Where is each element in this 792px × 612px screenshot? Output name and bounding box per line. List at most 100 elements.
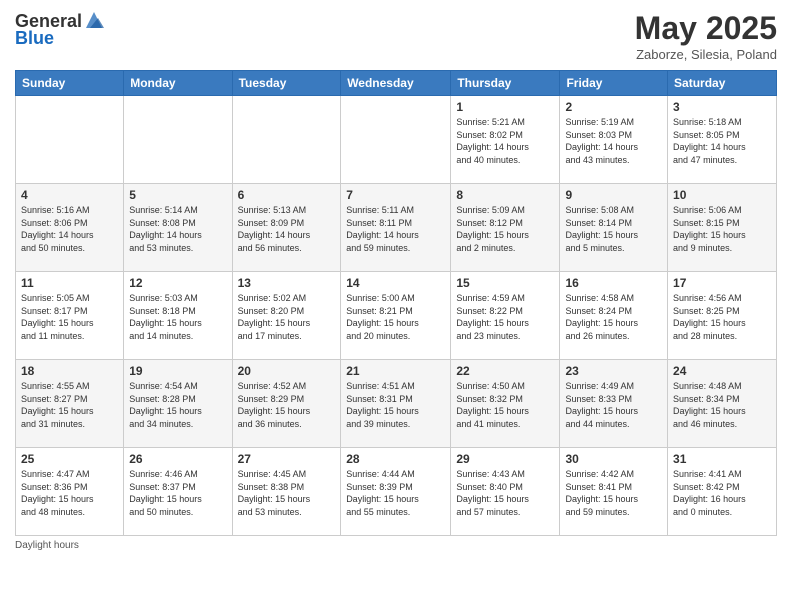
calendar-week-1: 1 Sunrise: 5:21 AM Sunset: 8:02 PM Daylig… bbox=[16, 96, 777, 184]
day-info: Sunrise: 5:05 AM Sunset: 8:17 PM Dayligh… bbox=[21, 292, 118, 342]
logo: General Blue bbox=[15, 10, 104, 49]
calendar-cell bbox=[341, 96, 451, 184]
page: General Blue May 2025 Zaborze, Silesia, … bbox=[0, 0, 792, 612]
day-number: 27 bbox=[238, 452, 336, 466]
day-number: 14 bbox=[346, 276, 445, 290]
day-number: 19 bbox=[129, 364, 226, 378]
day-info: Sunrise: 4:41 AM Sunset: 8:42 PM Dayligh… bbox=[673, 468, 771, 518]
calendar-cell: 29 Sunrise: 4:43 AM Sunset: 8:40 PM Dayli… bbox=[451, 448, 560, 536]
col-header-monday: Monday bbox=[124, 71, 232, 96]
calendar-cell: 16Sunrise: 4:58 AM Sunset: 8:24 PM Dayli… bbox=[560, 272, 668, 360]
day-number: 9 bbox=[565, 188, 662, 202]
calendar-cell: 2 Sunrise: 5:19 AM Sunset: 8:03 PM Daylig… bbox=[560, 96, 668, 184]
day-number: 4 bbox=[21, 188, 118, 202]
calendar-cell bbox=[232, 96, 341, 184]
col-header-tuesday: Tuesday bbox=[232, 71, 341, 96]
day-info: Sunrise: 5:00 AM Sunset: 8:21 PM Dayligh… bbox=[346, 292, 445, 342]
day-number: 13 bbox=[238, 276, 336, 290]
day-number: 29 bbox=[456, 452, 554, 466]
day-number: 2 bbox=[565, 100, 662, 114]
calendar-cell: 20Sunrise: 4:52 AM Sunset: 8:29 PM Dayli… bbox=[232, 360, 341, 448]
day-number: 21 bbox=[346, 364, 445, 378]
calendar-cell: 10 Sunrise: 5:06 AM Sunset: 8:15 PM Dayli… bbox=[668, 184, 777, 272]
calendar-cell: 26Sunrise: 4:46 AM Sunset: 8:37 PM Dayli… bbox=[124, 448, 232, 536]
day-info: Sunrise: 5:06 AM Sunset: 8:15 PM Dayligh… bbox=[673, 204, 771, 254]
calendar-cell: 25Sunrise: 4:47 AM Sunset: 8:36 PM Dayli… bbox=[16, 448, 124, 536]
day-info: Sunrise: 5:09 AM Sunset: 8:12 PM Dayligh… bbox=[456, 204, 554, 254]
day-number: 17 bbox=[673, 276, 771, 290]
calendar-cell: 15Sunrise: 4:59 AM Sunset: 8:22 PM Dayli… bbox=[451, 272, 560, 360]
day-number: 25 bbox=[21, 452, 118, 466]
calendar-cell: 4 Sunrise: 5:16 AM Sunset: 8:06 PM Daylig… bbox=[16, 184, 124, 272]
calendar-cell: 18 Sunrise: 4:55 AM Sunset: 8:27 PM Dayli… bbox=[16, 360, 124, 448]
day-info: Sunrise: 4:56 AM Sunset: 8:25 PM Dayligh… bbox=[673, 292, 771, 342]
col-header-friday: Friday bbox=[560, 71, 668, 96]
calendar-cell: 9Sunrise: 5:08 AM Sunset: 8:14 PM Daylig… bbox=[560, 184, 668, 272]
day-number: 26 bbox=[129, 452, 226, 466]
calendar-cell: 3Sunrise: 5:18 AM Sunset: 8:05 PM Daylig… bbox=[668, 96, 777, 184]
day-info: Sunrise: 4:59 AM Sunset: 8:22 PM Dayligh… bbox=[456, 292, 554, 342]
calendar-week-2: 4 Sunrise: 5:16 AM Sunset: 8:06 PM Daylig… bbox=[16, 184, 777, 272]
footer-note: Daylight hours bbox=[15, 540, 777, 551]
calendar-cell: 1 Sunrise: 5:21 AM Sunset: 8:02 PM Daylig… bbox=[451, 96, 560, 184]
calendar-cell: 30 Sunrise: 4:42 AM Sunset: 8:41 PM Dayli… bbox=[560, 448, 668, 536]
day-number: 7 bbox=[346, 188, 445, 202]
calendar-cell: 24Sunrise: 4:48 AM Sunset: 8:34 PM Dayli… bbox=[668, 360, 777, 448]
calendar-cell: 6Sunrise: 5:13 AM Sunset: 8:09 PM Daylig… bbox=[232, 184, 341, 272]
day-info: Sunrise: 5:21 AM Sunset: 8:02 PM Dayligh… bbox=[456, 116, 554, 166]
calendar-header-row: SundayMondayTuesdayWednesdayThursdayFrid… bbox=[16, 71, 777, 96]
day-info: Sunrise: 5:02 AM Sunset: 8:20 PM Dayligh… bbox=[238, 292, 336, 342]
day-number: 18 bbox=[21, 364, 118, 378]
calendar-cell: 27 Sunrise: 4:45 AM Sunset: 8:38 PM Dayli… bbox=[232, 448, 341, 536]
day-info: Sunrise: 5:13 AM Sunset: 8:09 PM Dayligh… bbox=[238, 204, 336, 254]
calendar-cell bbox=[124, 96, 232, 184]
day-info: Sunrise: 4:45 AM Sunset: 8:38 PM Dayligh… bbox=[238, 468, 336, 518]
calendar-cell: 21Sunrise: 4:51 AM Sunset: 8:31 PM Dayli… bbox=[341, 360, 451, 448]
calendar-cell: 13 Sunrise: 5:02 AM Sunset: 8:20 PM Dayli… bbox=[232, 272, 341, 360]
day-info: Sunrise: 4:48 AM Sunset: 8:34 PM Dayligh… bbox=[673, 380, 771, 430]
day-info: Sunrise: 4:42 AM Sunset: 8:41 PM Dayligh… bbox=[565, 468, 662, 518]
day-number: 23 bbox=[565, 364, 662, 378]
day-number: 31 bbox=[673, 452, 771, 466]
day-number: 12 bbox=[129, 276, 226, 290]
calendar-cell bbox=[16, 96, 124, 184]
calendar-cell: 7 Sunrise: 5:11 AM Sunset: 8:11 PM Daylig… bbox=[341, 184, 451, 272]
day-number: 11 bbox=[21, 276, 118, 290]
calendar-cell: 31 Sunrise: 4:41 AM Sunset: 8:42 PM Dayli… bbox=[668, 448, 777, 536]
calendar-cell: 23Sunrise: 4:49 AM Sunset: 8:33 PM Dayli… bbox=[560, 360, 668, 448]
calendar-week-3: 11 Sunrise: 5:05 AM Sunset: 8:17 PM Dayli… bbox=[16, 272, 777, 360]
day-info: Sunrise: 4:55 AM Sunset: 8:27 PM Dayligh… bbox=[21, 380, 118, 430]
day-number: 3 bbox=[673, 100, 771, 114]
day-info: Sunrise: 5:14 AM Sunset: 8:08 PM Dayligh… bbox=[129, 204, 226, 254]
day-info: Sunrise: 4:44 AM Sunset: 8:39 PM Dayligh… bbox=[346, 468, 445, 518]
day-info: Sunrise: 5:11 AM Sunset: 8:11 PM Dayligh… bbox=[346, 204, 445, 254]
col-header-thursday: Thursday bbox=[451, 71, 560, 96]
day-number: 20 bbox=[238, 364, 336, 378]
day-info: Sunrise: 4:43 AM Sunset: 8:40 PM Dayligh… bbox=[456, 468, 554, 518]
col-header-saturday: Saturday bbox=[668, 71, 777, 96]
calendar-cell: 8 Sunrise: 5:09 AM Sunset: 8:12 PM Daylig… bbox=[451, 184, 560, 272]
logo-icon bbox=[84, 10, 104, 32]
day-info: Sunrise: 5:19 AM Sunset: 8:03 PM Dayligh… bbox=[565, 116, 662, 166]
title-location: Zaborze, Silesia, Poland bbox=[635, 47, 777, 62]
calendar-cell: 22 Sunrise: 4:50 AM Sunset: 8:32 PM Dayli… bbox=[451, 360, 560, 448]
day-number: 16 bbox=[565, 276, 662, 290]
title-block: May 2025 Zaborze, Silesia, Poland bbox=[635, 10, 777, 62]
day-number: 10 bbox=[673, 188, 771, 202]
header: General Blue May 2025 Zaborze, Silesia, … bbox=[15, 10, 777, 62]
calendar-cell: 28Sunrise: 4:44 AM Sunset: 8:39 PM Dayli… bbox=[341, 448, 451, 536]
day-number: 8 bbox=[456, 188, 554, 202]
day-info: Sunrise: 5:16 AM Sunset: 8:06 PM Dayligh… bbox=[21, 204, 118, 254]
day-number: 22 bbox=[456, 364, 554, 378]
calendar-table: SundayMondayTuesdayWednesdayThursdayFrid… bbox=[15, 70, 777, 536]
calendar-week-5: 25Sunrise: 4:47 AM Sunset: 8:36 PM Dayli… bbox=[16, 448, 777, 536]
calendar-cell: 5 Sunrise: 5:14 AM Sunset: 8:08 PM Daylig… bbox=[124, 184, 232, 272]
day-number: 5 bbox=[129, 188, 226, 202]
day-number: 1 bbox=[456, 100, 554, 114]
calendar-cell: 14 Sunrise: 5:00 AM Sunset: 8:21 PM Dayli… bbox=[341, 272, 451, 360]
calendar-week-4: 18 Sunrise: 4:55 AM Sunset: 8:27 PM Dayli… bbox=[16, 360, 777, 448]
day-info: Sunrise: 5:03 AM Sunset: 8:18 PM Dayligh… bbox=[129, 292, 226, 342]
day-info: Sunrise: 4:54 AM Sunset: 8:28 PM Dayligh… bbox=[129, 380, 226, 430]
day-info: Sunrise: 4:50 AM Sunset: 8:32 PM Dayligh… bbox=[456, 380, 554, 430]
day-number: 30 bbox=[565, 452, 662, 466]
